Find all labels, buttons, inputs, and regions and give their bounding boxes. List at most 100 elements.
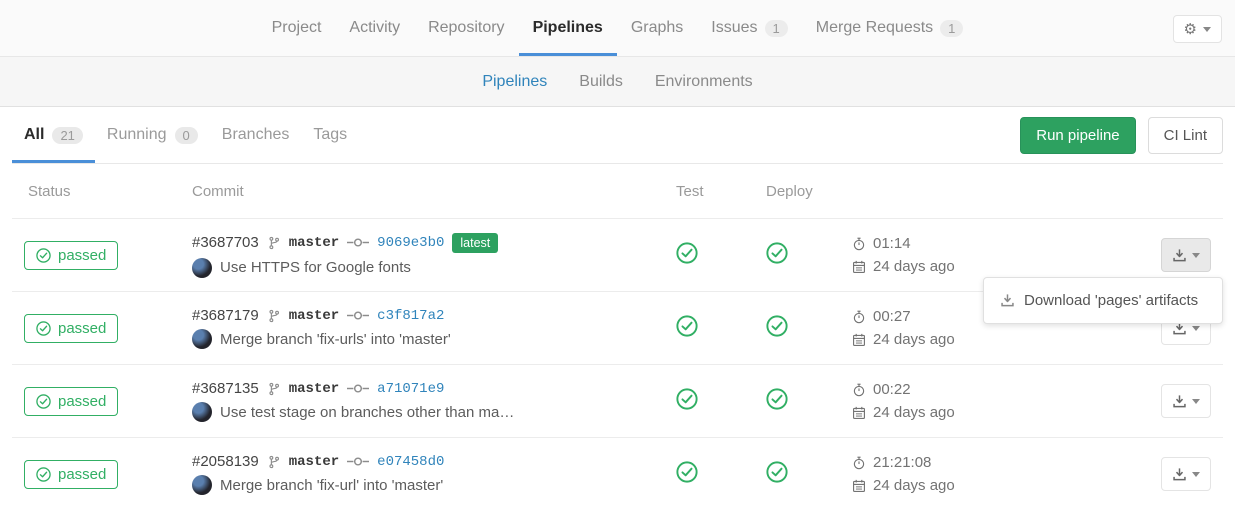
subnav-item-environments[interactable]: Environments xyxy=(639,73,769,91)
author-avatar[interactable] xyxy=(192,258,212,278)
subnav-item-builds[interactable]: Builds xyxy=(563,73,639,91)
commit-sha-link[interactable]: e07458d0 xyxy=(377,454,444,470)
download-pages-artifacts-item[interactable]: Download 'pages' artifacts xyxy=(984,286,1222,315)
deploy-stage-passed-icon[interactable] xyxy=(766,242,788,264)
check-circle-icon xyxy=(36,394,51,409)
nav-label: Graphs xyxy=(631,19,683,37)
tab-all[interactable]: All 21 xyxy=(12,107,95,163)
status-label: passed xyxy=(58,466,106,483)
commit-sha-link[interactable]: c3f817a2 xyxy=(377,308,444,324)
all-count-badge: 21 xyxy=(52,127,82,144)
nav-label: Pipelines xyxy=(533,19,603,37)
git-branch-icon xyxy=(267,309,281,323)
stopwatch-icon xyxy=(852,456,866,470)
tab-branches[interactable]: Branches xyxy=(210,107,302,163)
branch-link[interactable]: master xyxy=(289,381,339,397)
nav-label: Issues xyxy=(711,19,757,37)
nav-item-issues[interactable]: Issues 1 xyxy=(697,0,801,56)
status-label: passed xyxy=(58,393,106,410)
test-stage-passed-icon[interactable] xyxy=(676,388,698,410)
author-avatar[interactable] xyxy=(192,402,212,422)
pipeline-duration: 21:21:08 xyxy=(873,451,931,474)
git-commit-icon xyxy=(347,236,369,249)
nav-item-pipelines[interactable]: Pipelines xyxy=(519,0,617,56)
deploy-stage-passed-icon[interactable] xyxy=(766,315,788,337)
pipeline-duration: 00:27 xyxy=(873,305,911,328)
nav-item-repository[interactable]: Repository xyxy=(414,0,518,56)
ci-lint-button[interactable]: CI Lint xyxy=(1148,117,1223,154)
test-stage-passed-icon[interactable] xyxy=(676,461,698,483)
caret-down-icon xyxy=(1192,472,1200,477)
author-avatar[interactable] xyxy=(192,329,212,349)
run-pipeline-button[interactable]: Run pipeline xyxy=(1020,117,1135,154)
stopwatch-icon xyxy=(852,310,866,324)
download-icon xyxy=(1000,293,1015,308)
dropdown-item-label: Download 'pages' artifacts xyxy=(1024,292,1198,309)
project-settings-dropdown-button[interactable]: ⚙ xyxy=(1173,15,1222,43)
tab-tags[interactable]: Tags xyxy=(301,107,359,163)
tab-label: Running xyxy=(107,126,167,144)
tab-running[interactable]: Running 0 xyxy=(95,107,210,163)
commit-message-link[interactable]: Merge branch 'fix-urls' into 'master' xyxy=(220,331,451,348)
artifacts-dropdown-button[interactable] xyxy=(1161,238,1211,272)
header-test: Test xyxy=(664,183,754,200)
nav-label: Repository xyxy=(428,19,504,37)
branch-link[interactable]: master xyxy=(289,308,339,324)
nav-item-project[interactable]: Project xyxy=(258,0,336,56)
test-stage-passed-icon[interactable] xyxy=(676,315,698,337)
caret-down-icon xyxy=(1192,326,1200,331)
test-stage-passed-icon[interactable] xyxy=(676,242,698,264)
running-count-badge: 0 xyxy=(175,127,198,144)
commit-message-link[interactable]: Merge branch 'fix-url' into 'master' xyxy=(220,477,443,494)
artifacts-dropdown-button[interactable] xyxy=(1161,384,1211,418)
check-circle-icon xyxy=(36,321,51,336)
branch-link[interactable]: master xyxy=(289,454,339,470)
subnav-item-pipelines[interactable]: Pipelines xyxy=(466,73,563,91)
artifacts-dropdown-menu: Download 'pages' artifacts xyxy=(983,277,1223,324)
header-commit: Commit xyxy=(192,183,664,200)
pipeline-id-link[interactable]: #3687135 xyxy=(192,380,259,397)
git-commit-icon xyxy=(347,455,369,468)
stopwatch-icon xyxy=(852,383,866,397)
calendar-icon xyxy=(852,406,866,420)
top-navigation: Project Activity Repository Pipelines Gr… xyxy=(0,0,1235,57)
caret-down-icon xyxy=(1192,399,1200,404)
author-avatar[interactable] xyxy=(192,475,212,495)
nav-label: Merge Requests xyxy=(816,19,933,37)
pipeline-id-link[interactable]: #3687703 xyxy=(192,234,259,251)
artifacts-dropdown-button[interactable] xyxy=(1161,457,1211,491)
header-deploy: Deploy xyxy=(754,183,844,200)
pipeline-id-link[interactable]: #2058139 xyxy=(192,453,259,470)
check-circle-icon xyxy=(36,248,51,263)
merge-requests-count-badge: 1 xyxy=(940,20,963,37)
status-badge-passed[interactable]: passed xyxy=(24,241,118,270)
pipeline-id-link[interactable]: #3687179 xyxy=(192,307,259,324)
commit-sha-link[interactable]: 9069e3b0 xyxy=(377,235,444,251)
calendar-icon xyxy=(852,260,866,274)
pipelines-table: Status Commit Test Deploy passed #368770… xyxy=(12,164,1223,509)
pipelines-page: All 21 Running 0 Branches Tags Run pipel… xyxy=(0,107,1235,509)
status-badge-passed[interactable]: passed xyxy=(24,314,118,343)
nav-item-activity[interactable]: Activity xyxy=(335,0,414,56)
commit-sha-link[interactable]: a71071e9 xyxy=(377,381,444,397)
pipeline-finished-at: 24 days ago xyxy=(873,255,955,278)
nav-item-merge-requests[interactable]: Merge Requests 1 xyxy=(802,0,978,56)
pipelines-table-header: Status Commit Test Deploy xyxy=(12,164,1223,218)
status-badge-passed[interactable]: passed xyxy=(24,387,118,416)
commit-message-link[interactable]: Use HTTPS for Google fonts xyxy=(220,259,411,276)
pipelines-filter-tabs: All 21 Running 0 Branches Tags xyxy=(12,107,359,163)
status-label: passed xyxy=(58,247,106,264)
stopwatch-icon xyxy=(852,237,866,251)
status-badge-passed[interactable]: passed xyxy=(24,460,118,489)
deploy-stage-passed-icon[interactable] xyxy=(766,388,788,410)
branch-link[interactable]: master xyxy=(289,235,339,251)
commit-message-link[interactable]: Use test stage on branches other than ma… xyxy=(220,404,514,421)
deploy-stage-passed-icon[interactable] xyxy=(766,461,788,483)
calendar-icon xyxy=(852,333,866,347)
tab-label: All xyxy=(24,126,44,144)
check-circle-icon xyxy=(36,467,51,482)
pipelines-sub-navigation: Pipelines Builds Environments xyxy=(0,57,1235,107)
tab-label: Tags xyxy=(313,126,347,144)
nav-item-graphs[interactable]: Graphs xyxy=(617,0,697,56)
pipeline-finished-at: 24 days ago xyxy=(873,401,955,424)
